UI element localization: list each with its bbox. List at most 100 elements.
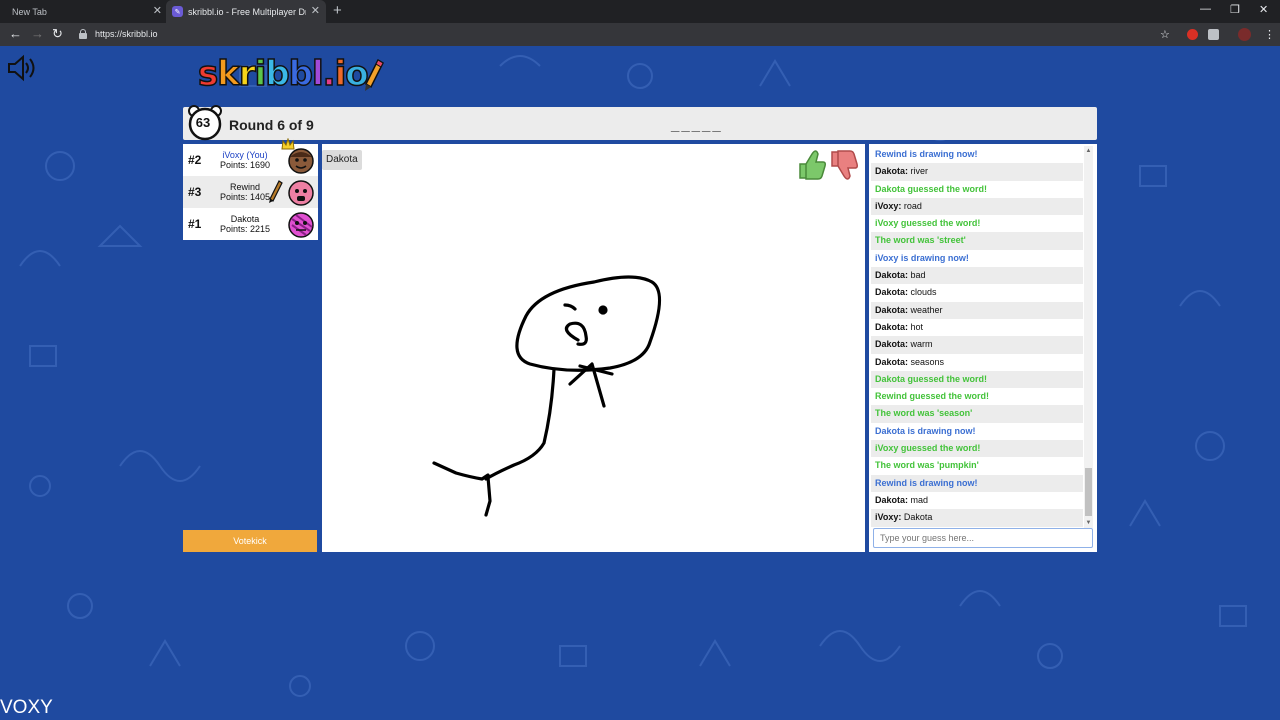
forward-arrow-icon[interactable]: → <box>31 26 44 41</box>
chat-text: mad <box>910 494 929 505</box>
tab-label: New Tab <box>12 6 47 17</box>
votekick-button[interactable]: Votekick <box>183 530 317 552</box>
player-avatar <box>288 180 314 206</box>
guess-input[interactable] <box>873 528 1093 548</box>
thumbs-up-icon[interactable] <box>796 148 826 182</box>
player-rank: #3 <box>188 185 202 199</box>
chat-message: The word was 'street' <box>871 232 1083 250</box>
chat-message: Dakota: weather <box>871 301 1083 319</box>
game-header-bar: 63 Round 6 of 9 _____ <box>183 105 1097 141</box>
tab-new-tab[interactable]: New Tab ✕ <box>0 0 168 23</box>
chat-username: Dakota: <box>875 494 909 505</box>
close-tab-icon[interactable]: ✕ <box>153 4 162 17</box>
chat-message: Dakota: bad <box>871 267 1083 285</box>
chat-message: Dakota is drawing now! <box>875 425 976 436</box>
new-tab-plus-icon[interactable]: + <box>333 2 342 19</box>
reload-icon[interactable]: ↻ <box>52 26 63 42</box>
word-hint: _____ <box>671 117 723 134</box>
chat-message: Rewind is drawing now! <box>875 149 978 159</box>
chat-message: iVoxy guessed the word! <box>875 218 981 229</box>
skribbl-favicon-icon: ✎ <box>172 6 183 17</box>
chat-message: Dakota: hot <box>871 319 1083 336</box>
browser-toolbar: ← → ↻ https://skribbl.io ☆ ⋮ <box>0 23 1280 46</box>
drawing-canvas[interactable]: Dakota <box>322 144 865 552</box>
drawing-pencil-icon <box>269 180 283 203</box>
chat-username: Dakota: <box>875 304 909 315</box>
chat-username: Dakota: <box>875 339 909 350</box>
chat-message: Rewind guessed the word! <box>875 391 990 402</box>
current-drawer-tag: Dakota <box>322 150 362 170</box>
thumbs-down-icon[interactable] <box>828 148 858 182</box>
browser-tab-strip: New Tab ✕ ✎ skribbl.io - Free Multiplaye… <box>0 0 1280 23</box>
restore-icon[interactable]: ❐ <box>1230 3 1240 16</box>
chat-username: iVoxy: <box>875 200 902 211</box>
tab-label: skribbl.io - Free Multiplayer Drawing <box>188 6 306 17</box>
chat-message: The word was 'pumpkin' <box>875 460 979 471</box>
player-row[interactable]: #3 Rewind Points: 1405 <box>183 176 318 208</box>
chat-message: iVoxy: Dakota <box>871 509 1083 527</box>
profile-avatar-icon[interactable] <box>1238 28 1251 41</box>
close-tab-icon[interactable]: ✕ <box>311 4 320 17</box>
chat-message: Dakota: river <box>871 163 1083 181</box>
round-timer: 63 <box>195 115 211 130</box>
extension-adblock-icon[interactable] <box>1187 29 1198 40</box>
scroll-up-arrow-icon[interactable]: ▲ <box>1084 148 1093 154</box>
player-row[interactable]: #1 Dakota Points: 2215 <box>183 208 318 240</box>
window-close-icon[interactable]: ✕ <box>1259 3 1268 16</box>
chat-message: Dakota: clouds <box>871 284 1083 301</box>
chat-scrollbar[interactable]: ▲ ▼ <box>1084 146 1093 528</box>
chat-message: The word was 'season' <box>871 405 1083 423</box>
chat-username: Dakota: <box>875 287 909 298</box>
player-row[interactable]: #2 iVoxy (You) Points: 1690 <box>183 138 318 176</box>
voxy-watermark: VOXY <box>0 697 53 718</box>
chat-message: Dakota guessed the word! <box>875 183 988 194</box>
chat-text: Dakota <box>903 512 933 523</box>
chat-text: warm <box>910 339 933 350</box>
minimize-icon[interactable]: — <box>1200 3 1211 15</box>
chat-message: Dakota: mad <box>871 492 1083 509</box>
chat-message: Dakota guessed the word! <box>871 370 1083 389</box>
chat-message: iVoxy guessed the word! <box>871 440 1083 458</box>
chat-text: seasons <box>910 356 945 367</box>
player-avatar <box>288 148 314 174</box>
chat-panel: Rewind is drawing now! Dakota: river Dakot… <box>869 144 1097 552</box>
chat-username: Dakota: <box>875 356 909 367</box>
player-points: Points: 2215 <box>219 224 271 234</box>
player-avatar <box>288 212 314 238</box>
address-bar[interactable]: https://skribbl.io <box>95 29 158 39</box>
logo-pencil-icon <box>365 58 384 91</box>
back-arrow-icon[interactable]: ← <box>9 26 22 41</box>
skribbl-logo: skribbl.io <box>197 53 369 95</box>
round-indicator: Round 6 of 9 <box>229 117 314 133</box>
chat-username: iVoxy: <box>875 512 902 523</box>
player-name: Dakota <box>230 214 260 224</box>
bookmark-star-icon[interactable]: ☆ <box>1160 28 1170 41</box>
player-rank: #2 <box>188 153 202 167</box>
chat-message: Dakota: seasons <box>871 354 1083 371</box>
scroll-down-arrow-icon[interactable]: ▼ <box>1084 520 1093 526</box>
player-name: iVoxy (You) <box>222 150 268 160</box>
chat-username: Dakota: <box>875 321 909 332</box>
sound-toggle-icon[interactable] <box>6 54 38 82</box>
chat-log[interactable]: Rewind is drawing now! Dakota: river Dakot… <box>871 146 1083 528</box>
chat-message: Dakota: warm <box>871 336 1083 354</box>
player-points: Points: 1690 <box>219 160 271 170</box>
chat-text: weather <box>910 304 943 315</box>
chat-username: Dakota: <box>875 270 909 281</box>
scrollbar-thumb[interactable] <box>1085 468 1092 516</box>
chat-text: road <box>903 200 922 211</box>
player-list: #2 iVoxy (You) Points: 1690 #3 Rewind Po… <box>183 138 318 240</box>
chat-text: clouds <box>910 287 937 298</box>
chat-text: bad <box>910 270 926 281</box>
menu-kebab-icon[interactable]: ⋮ <box>1264 28 1275 41</box>
chat-message: iVoxy: road <box>871 197 1083 216</box>
stick-figure-drawing <box>432 275 662 517</box>
player-rank: #1 <box>188 217 202 231</box>
extension-icon[interactable] <box>1208 29 1219 40</box>
chat-message: iVoxy is drawing now! <box>875 252 969 263</box>
lock-icon <box>79 29 87 39</box>
chat-message: Rewind is drawing now! <box>871 474 1083 492</box>
tab-skribbl[interactable]: ✎ skribbl.io - Free Multiplayer Drawing … <box>166 0 326 23</box>
chat-username: Dakota: <box>875 166 909 177</box>
chat-text: hot <box>910 321 924 332</box>
